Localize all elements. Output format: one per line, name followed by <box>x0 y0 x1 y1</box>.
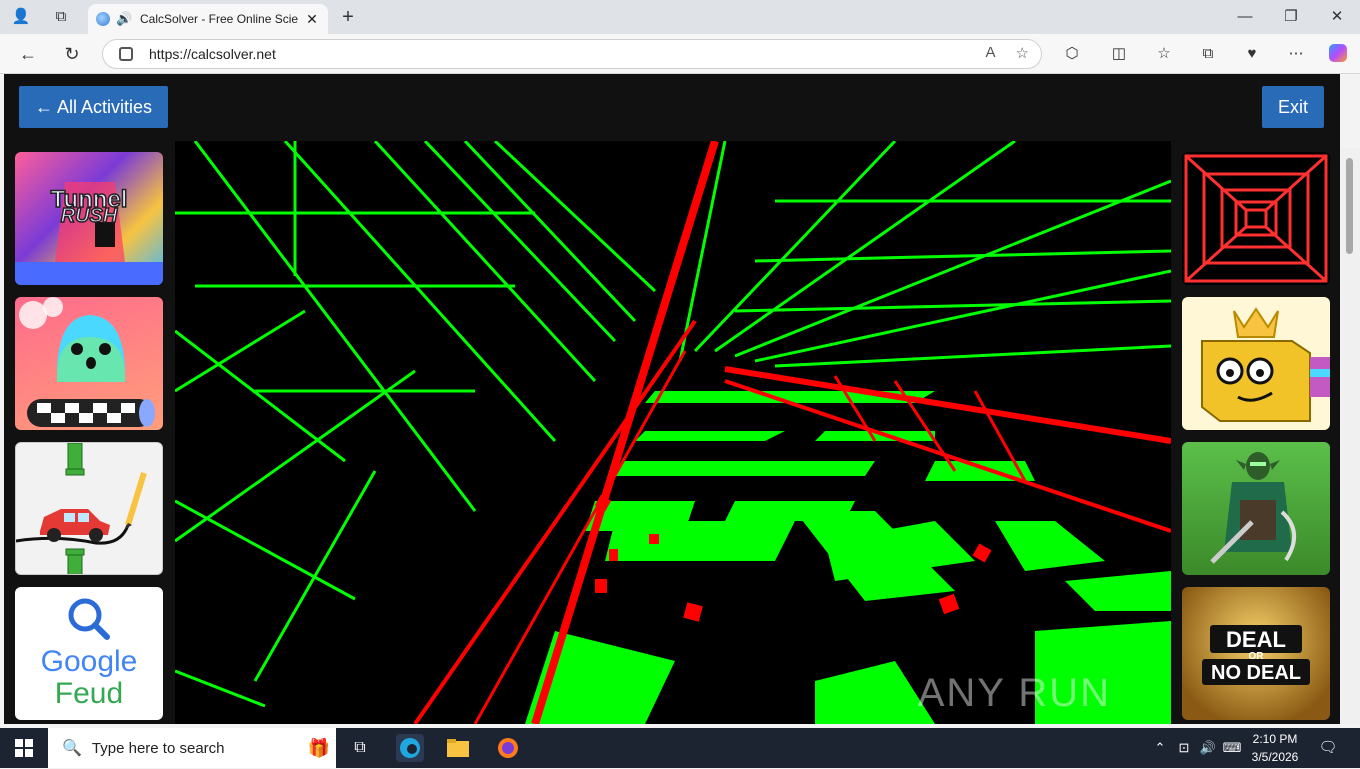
minimize-icon[interactable]: — <box>1234 6 1256 28</box>
new-tab-icon[interactable]: + <box>337 6 359 28</box>
language-icon[interactable]: ⌨ <box>1218 734 1246 762</box>
scrollbar-thumb[interactable] <box>1346 158 1353 254</box>
profile-icon[interactable]: 👤 <box>10 6 32 28</box>
deal-title-line2: OR <box>1249 651 1265 662</box>
google-feud-line2: Feud <box>55 677 123 710</box>
favorite-star-icon[interactable]: ☆ <box>1016 44 1029 62</box>
page-scrollbar[interactable] <box>1340 148 1360 724</box>
site-favicon-icon <box>96 12 110 26</box>
close-window-icon[interactable]: ✕ <box>1326 6 1348 28</box>
tab-actions-icon[interactable]: ⧉ <box>50 6 72 28</box>
more-icon[interactable]: ⋯ <box>1284 42 1308 66</box>
clock-time: 2:10 PM <box>1252 732 1298 746</box>
deal-title-line1: DEAL <box>1226 627 1286 652</box>
edge-browser-icon[interactable] <box>396 734 424 762</box>
lock-icon <box>119 47 133 61</box>
tab-close-icon[interactable]: ✕ <box>304 11 320 28</box>
restore-icon[interactable]: ❐ <box>1280 6 1302 28</box>
game-thumb-google-feud[interactable]: Google Feud <box>15 587 163 720</box>
split-screen-icon[interactable]: ◫ <box>1107 42 1131 66</box>
performance-icon[interactable]: ♥ <box>1240 42 1264 66</box>
game-thumb-slime[interactable] <box>15 297 163 430</box>
browser-tab-strip: 👤 ⧉ 🔊 CalcSolver - Free Online Scie ✕ + … <box>0 0 1360 34</box>
address-bar[interactable]: https://calcsolver.net A ☆ <box>102 39 1042 69</box>
game-thumb-draw-car[interactable] <box>15 442 163 575</box>
all-activities-button[interactable]: ← All Activities <box>19 86 169 128</box>
clock-date: 3/5/2026 <box>1251 750 1299 764</box>
back-icon[interactable]: ← <box>16 42 40 66</box>
tab-active[interactable]: 🔊 CalcSolver - Free Online Scie ✕ <box>88 4 328 34</box>
audio-playing-icon[interactable]: 🔊 <box>116 11 134 27</box>
watermark: ANY RUN <box>917 671 1111 715</box>
tunnel-rush-subtitle: RUSH <box>61 205 118 227</box>
favorites-icon[interactable]: ☆ <box>1152 42 1176 66</box>
game-thumb-tunnel-rush[interactable]: Tunnel RUSH <box>15 152 163 285</box>
game-thumb-red-tunnel[interactable] <box>1182 152 1330 285</box>
copilot-icon[interactable] <box>1326 42 1350 66</box>
notifications-icon[interactable]: 🗨 <box>1314 734 1342 762</box>
start-windows-icon[interactable] <box>10 734 38 762</box>
extensions-icon[interactable]: ⬡ <box>1060 42 1084 66</box>
deal-title-line3: NO DEAL <box>1211 662 1301 684</box>
search-icon: 🔍 <box>62 740 82 757</box>
browser-toolbar: ← ↻ https://calcsolver.net A ☆ ⬡ ◫ ☆ ⧉ ♥… <box>0 34 1360 74</box>
tab-title: CalcSolver - Free Online Scie <box>140 12 299 26</box>
slope-game-canvas[interactable]: ANY RUN <box>175 141 1171 724</box>
game-thumb-elf-warrior[interactable] <box>1182 442 1330 575</box>
taskbar-search-box[interactable]: 🔍 Type here to search 🎁 <box>48 728 336 768</box>
search-highlight-icon: 🎁 <box>307 737 330 758</box>
collections-icon[interactable]: ⧉ <box>1196 42 1220 66</box>
read-aloud-icon[interactable]: A <box>986 44 996 62</box>
refresh-icon[interactable]: ↻ <box>60 42 84 66</box>
url-text: https://calcsolver.net <box>149 46 276 62</box>
file-explorer-icon[interactable] <box>444 734 472 762</box>
exit-button[interactable]: Exit <box>1262 86 1325 128</box>
google-feud-line1: Google <box>41 645 138 678</box>
game-page: ← All Activities Exit Tunnel RUSH Google… <box>4 74 1340 724</box>
game-thumb-cube-king[interactable] <box>1182 297 1330 430</box>
windows-taskbar: 🔍 Type here to search 🎁 ⧉ ⌃ ⊡ 🔊 ⌨ 2:10 P… <box>0 728 1360 768</box>
system-clock[interactable]: 2:10 PM 3/5/2026 <box>1244 730 1306 766</box>
firefox-icon[interactable] <box>494 734 522 762</box>
game-thumb-deal-or-no-deal[interactable]: DEAL OR NO DEAL <box>1182 587 1330 720</box>
search-placeholder: Type here to search <box>91 739 225 757</box>
task-view-icon[interactable]: ⧉ <box>346 734 374 762</box>
